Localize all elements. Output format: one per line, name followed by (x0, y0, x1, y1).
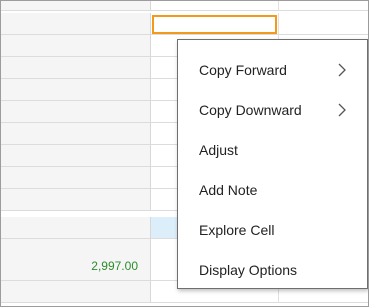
grid-cell[interactable] (1, 1, 151, 11)
grid-cell[interactable] (1, 189, 151, 211)
grid-cell[interactable] (1, 79, 151, 101)
menu-item-copy-forward[interactable]: Copy Forward (178, 50, 367, 90)
grid-cell[interactable] (1, 145, 151, 167)
selected-cell[interactable] (152, 15, 277, 34)
spreadsheet-frame: 2,997.00 Copy Forward Copy Downward Adju… (0, 0, 369, 307)
menu-item-copy-downward[interactable]: Copy Downward (178, 90, 367, 130)
grid-cell[interactable] (279, 13, 368, 35)
chevron-right-icon (338, 103, 346, 117)
menu-item-label: Add Note (199, 182, 258, 198)
menu-item-label: Copy Downward (199, 102, 302, 118)
menu-item-add-note[interactable]: Add Note (178, 170, 367, 210)
context-menu: Copy Forward Copy Downward Adjust Add No… (177, 39, 368, 289)
table-row (1, 1, 368, 11)
grid-cell[interactable] (279, 1, 368, 11)
grid-cell[interactable] (1, 281, 151, 303)
grid-cell[interactable] (1, 217, 151, 239)
menu-item-label: Explore Cell (199, 222, 275, 238)
chevron-right-icon (338, 63, 346, 77)
menu-item-label: Copy Forward (199, 62, 287, 78)
cell-value: 2,997.00 (91, 259, 138, 273)
menu-item-display-options[interactable]: Display Options (178, 250, 367, 290)
grid-cell[interactable] (1, 167, 151, 189)
grid-cell[interactable] (1, 35, 151, 57)
grid-cell[interactable] (1, 57, 151, 79)
grid-cell[interactable] (151, 1, 279, 11)
menu-item-adjust[interactable]: Adjust (178, 130, 367, 170)
grid-cell[interactable] (1, 101, 151, 123)
grid-cell[interactable]: 2,997.00 (1, 255, 151, 281)
grid-cell[interactable] (1, 123, 151, 145)
grid-cell[interactable] (1, 13, 151, 35)
menu-item-explore-cell[interactable]: Explore Cell (178, 210, 367, 250)
menu-item-label: Display Options (199, 262, 298, 278)
menu-item-label: Adjust (199, 142, 238, 158)
